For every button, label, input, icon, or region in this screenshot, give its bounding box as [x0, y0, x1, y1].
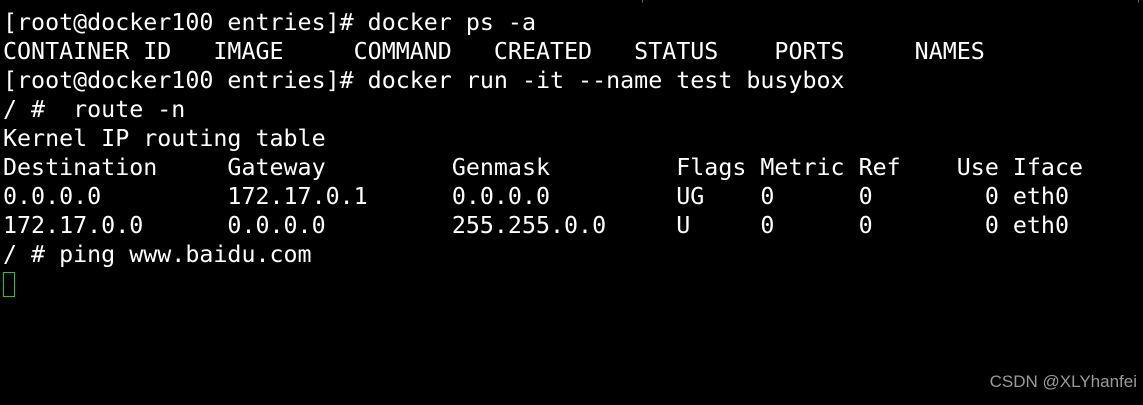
terminal-line-route-row: 172.17.0.0 0.0.0.0 255.255.0.0 U 0 0 0 e… [3, 212, 1069, 239]
terminal-line-prompt-docker-run: [root@docker100 entries]# docker run -it… [3, 67, 845, 94]
window-edge-marker [1138, 0, 1139, 3]
terminal-line-prompt-docker-ps: [root@docker100 entries]# docker ps -a [3, 9, 536, 36]
terminal-line-route-command: / # route -n [3, 96, 186, 123]
terminal-line-docker-ps-header: CONTAINER ID IMAGE COMMAND CREATED STATU… [3, 38, 985, 65]
terminal-line-routing-table-title: Kernel IP routing table [3, 125, 326, 152]
terminal-cursor[interactable] [3, 272, 15, 297]
terminal-line-route-row: 0.0.0.0 172.17.0.1 0.0.0.0 UG 0 0 0 eth0 [3, 183, 1069, 210]
terminal-line-ping-command: / # ping www.baidu.com [3, 241, 312, 268]
watermark: CSDN @XLYhanfei [989, 372, 1137, 391]
terminal-window[interactable]: [root@docker100 entries]# docker ps -a C… [0, 0, 1143, 405]
window-edge-marker [642, 0, 643, 3]
terminal-line-routing-table-header: Destination Gateway Genmask Flags Metric… [3, 154, 1083, 181]
